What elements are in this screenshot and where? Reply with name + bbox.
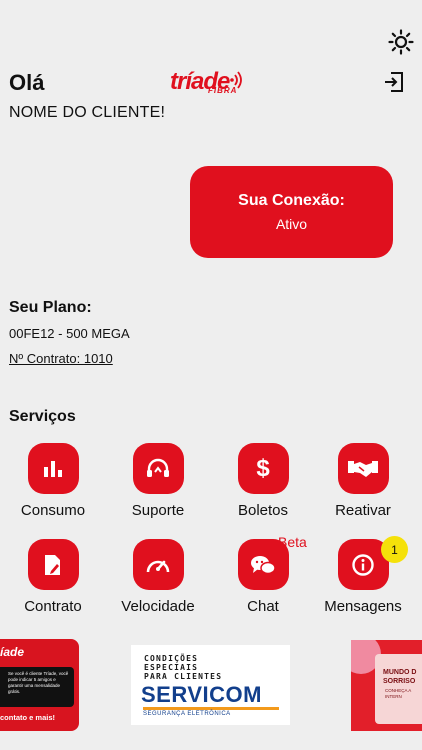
connection-status-card[interactable]: Sua Conexão: Ativo xyxy=(190,166,393,258)
logo-subtext: FIBRA xyxy=(208,86,238,95)
client-name: NOME DO CLIENTE! xyxy=(9,104,166,121)
theme-toggle-sun-icon[interactable] xyxy=(388,29,414,55)
services-heading: Serviços xyxy=(9,408,76,425)
service-suporte[interactable]: Suporte xyxy=(108,443,208,519)
banner-left-header: íade xyxy=(0,645,25,659)
connection-title: Sua Conexão: xyxy=(238,192,345,209)
contrato-button[interactable] xyxy=(27,539,79,590)
banner-left-body: Se você é cliente Tríade, você pode indi… xyxy=(8,671,69,694)
plan-name: 00FE12 - 500 MEGA xyxy=(9,326,130,341)
velocidade-button[interactable] xyxy=(132,539,184,590)
document-edit-icon xyxy=(45,554,60,575)
service-chat[interactable]: Chat xyxy=(213,539,313,615)
service-label: Mensagens xyxy=(324,598,402,615)
support-headset-icon xyxy=(147,458,169,477)
dollar-icon: $ xyxy=(256,454,270,482)
messages-count-badge: 1 xyxy=(381,536,408,563)
banner-sorriso[interactable]: MUNDO D SORRISO CONHEÇA A INTERN xyxy=(351,640,422,731)
suporte-button[interactable] xyxy=(132,443,184,494)
service-contrato[interactable]: Contrato xyxy=(3,539,103,615)
banner-mid-headline: CONDIÇÕES ESPECIAIS PARA CLIENTES xyxy=(144,654,222,681)
plan-heading: Seu Plano: xyxy=(9,299,92,316)
banner-mid-line2: ESPECIAIS xyxy=(144,663,199,672)
service-label: Velocidade xyxy=(121,598,195,615)
servicom-brand: SERVICOM xyxy=(141,682,262,707)
service-label: Chat xyxy=(247,598,279,615)
banner-mid-line1: CONDIÇÕES xyxy=(144,654,199,663)
banner-right-body: CONHEÇA A INTERN xyxy=(385,688,412,699)
speedometer-icon xyxy=(146,560,170,572)
service-label: Consumo xyxy=(20,502,86,519)
contract-number-link[interactable]: Nº Contrato: 1010 xyxy=(9,351,113,366)
triade-logo: tríade FIBRA xyxy=(170,68,244,98)
info-icon xyxy=(352,553,374,576)
banner-mid-line3: PARA CLIENTES xyxy=(144,672,223,681)
service-consumo[interactable]: Consumo xyxy=(3,443,103,519)
service-boletos[interactable]: $ Boletos xyxy=(213,443,313,519)
bar-chart-icon xyxy=(44,460,62,477)
banner-right-title: MUNDO D SORRISO xyxy=(383,669,417,685)
connection-status: Ativo xyxy=(275,216,308,232)
handshake-icon xyxy=(348,460,378,477)
service-label: Suporte xyxy=(131,502,185,519)
service-label: Contrato xyxy=(24,598,82,615)
banner-mid-accent-bar xyxy=(143,707,279,710)
consumo-button[interactable] xyxy=(27,443,79,494)
chat-bubbles-icon xyxy=(251,555,276,574)
boletos-button[interactable]: $ xyxy=(237,443,289,494)
service-reativar[interactable]: Reativar xyxy=(313,443,413,519)
banner-indicacao[interactable]: íade Se você é cliente Tríade, você pode… xyxy=(0,639,79,731)
beta-label: Beta xyxy=(278,534,307,550)
logout-icon[interactable] xyxy=(383,71,405,93)
banner-servicom[interactable]: CONDIÇÕES ESPECIAIS PARA CLIENTES SERVIC… xyxy=(131,645,290,725)
banner-left-footer: contato e mais! xyxy=(0,713,56,722)
service-velocidade[interactable]: Velocidade xyxy=(108,539,208,615)
service-label: Boletos xyxy=(237,502,289,519)
service-label: Reativar xyxy=(335,502,391,519)
reativar-button[interactable] xyxy=(337,443,389,494)
servicom-tagline: SEGURANÇA ELETRÔNICA xyxy=(143,711,231,717)
greeting: Olá xyxy=(9,70,45,95)
